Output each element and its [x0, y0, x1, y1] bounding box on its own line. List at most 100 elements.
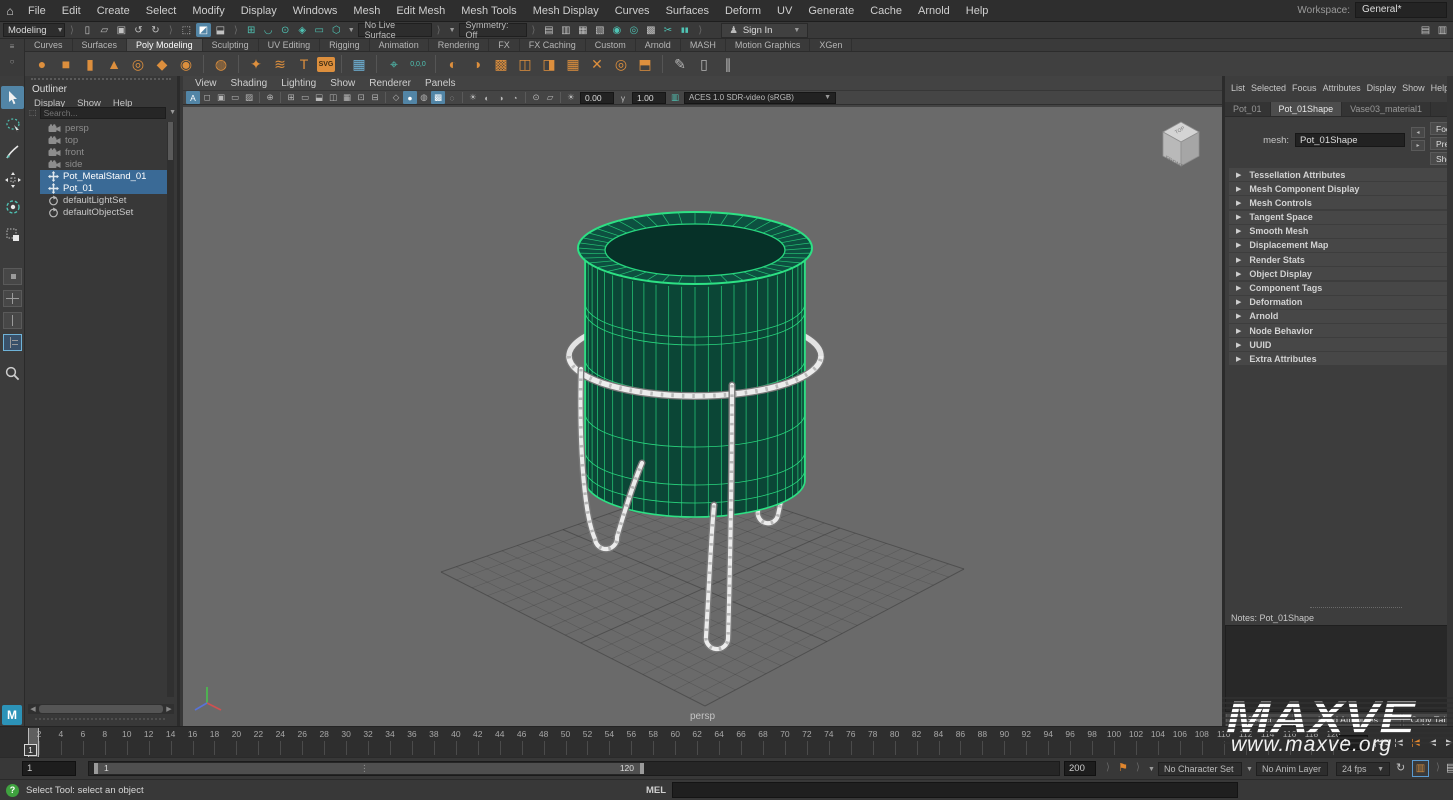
menu-curves[interactable]: Curves	[607, 0, 658, 22]
viewport-menu-renderer[interactable]: Renderer	[363, 78, 417, 89]
menu-mesh-display[interactable]: Mesh Display	[525, 0, 607, 22]
shelf-tab-custom[interactable]: Custom	[586, 39, 636, 51]
outliner-item-pot-metalstand-01[interactable]: Pot_MetalStand_01	[40, 170, 172, 182]
shelf-tab-fx[interactable]: FX	[489, 39, 520, 51]
shelf-tab-rendering[interactable]: Rendering	[429, 39, 490, 51]
toolbar-separator[interactable]: ⟩	[532, 25, 536, 36]
wireframe-icon[interactable]: ◇	[389, 91, 403, 104]
outliner-search-input[interactable]	[40, 107, 167, 119]
mel-command-input[interactable]	[672, 782, 1238, 798]
camera-attributes-icon[interactable]: ▣	[214, 91, 228, 104]
move-tool[interactable]	[1, 168, 24, 191]
menu-deform[interactable]: Deform	[717, 0, 769, 22]
smooth-icon[interactable]: ▩	[490, 53, 512, 75]
motion-blur-icon[interactable]: ◔	[508, 91, 522, 104]
poly-cone-icon[interactable]: ▲	[103, 53, 125, 75]
shelf-strip-icon[interactable]: ○	[0, 54, 24, 69]
outliner-horizontal-scrollbar[interactable]: ◀▶	[28, 704, 174, 714]
notes-divider[interactable]	[1310, 607, 1402, 608]
textured-icon[interactable]: ▩	[431, 91, 445, 104]
ae-section-deformation[interactable]: ▶Deformation	[1229, 296, 1450, 309]
exposure-field[interactable]: 0.00	[580, 92, 614, 104]
insert-edge-loop-icon[interactable]: ✎	[669, 53, 691, 75]
render-view-icon[interactable]: ▤	[541, 23, 556, 37]
menu-edit[interactable]: Edit	[54, 0, 89, 22]
ae-tab-vase03-material1[interactable]: Vase03_material1	[1342, 102, 1431, 116]
menu-uv[interactable]: UV	[769, 0, 800, 22]
ae-section-object-display[interactable]: ▶Object Display	[1229, 267, 1450, 280]
menu-help[interactable]: Help	[958, 0, 997, 22]
snap-to-point-icon[interactable]: ⊙	[278, 23, 293, 37]
shadows-icon[interactable]: ◐	[480, 91, 494, 104]
menu-mesh-tools[interactable]: Mesh Tools	[453, 0, 524, 22]
menu-windows[interactable]: Windows	[285, 0, 346, 22]
ae-section-arnold[interactable]: ▶Arnold	[1229, 310, 1450, 323]
ae-menu-attributes[interactable]: Attributes	[1323, 83, 1361, 93]
ae-menu-display[interactable]: Display	[1367, 83, 1397, 93]
snap-to-curve-icon[interactable]: ◡	[261, 23, 276, 37]
sphere-primitive-icon[interactable]: ◍	[210, 53, 232, 75]
mesh-name-field[interactable]	[1295, 133, 1405, 147]
shelf-tab-poly-modeling[interactable]: Poly Modeling	[127, 39, 203, 51]
ae-tab-pot-01shape[interactable]: Pot_01Shape	[1271, 102, 1343, 116]
ae-menu-show[interactable]: Show	[1402, 83, 1425, 93]
ipr-render-icon[interactable]: ▦	[575, 23, 590, 37]
select-hierarchy-icon[interactable]: ⬚	[179, 23, 194, 37]
ambient-occlusion-icon[interactable]: ◑	[494, 91, 508, 104]
make-live-icon[interactable]: ⬡	[329, 23, 344, 37]
menu-generate[interactable]: Generate	[800, 0, 862, 22]
ae-section-mesh-controls[interactable]: ▶Mesh Controls	[1229, 196, 1450, 209]
content-browser-icon[interactable]: ▤	[1418, 23, 1433, 37]
pause-icon[interactable]: ▮▮	[677, 23, 692, 37]
hypershade-icon[interactable]: ◉	[609, 23, 624, 37]
safe-action-icon[interactable]: ⊡	[354, 91, 368, 104]
maya-home-icon[interactable]: ⌂	[0, 4, 20, 18]
svg-tool-icon[interactable]: SVG	[317, 57, 335, 72]
extract-icon[interactable]: ◫	[514, 53, 536, 75]
paint-select-tool[interactable]	[1, 140, 24, 163]
sign-in-button[interactable]: ♟ Sign In ▼	[721, 23, 808, 38]
toolbar-separator[interactable]: ⟩	[437, 25, 441, 36]
snap-to-projected-center-icon[interactable]: ◈	[295, 23, 310, 37]
lasso-tool[interactable]	[1, 113, 24, 136]
shelf-tab-rigging[interactable]: Rigging	[320, 39, 370, 51]
wireframe-on-shaded-icon[interactable]: ◍	[417, 91, 431, 104]
search-dropdown-icon[interactable]: ▼	[169, 109, 176, 116]
sweep-mesh-icon[interactable]: ≋	[269, 53, 291, 75]
construction-plane-icon[interactable]: ⌖	[383, 53, 405, 75]
film-gate-icon[interactable]: ▭	[298, 91, 312, 104]
menu-surfaces[interactable]: Surfaces	[658, 0, 717, 22]
poly-disc-icon[interactable]: ◉	[175, 53, 197, 75]
menu-cache[interactable]: Cache	[862, 0, 910, 22]
workspace-selector[interactable]: General*	[1355, 2, 1447, 18]
gate-mask-icon[interactable]: ◫	[326, 91, 340, 104]
shelf-tab-curves[interactable]: Curves	[25, 39, 73, 51]
smooth-shade-icon[interactable]: ●	[403, 91, 417, 104]
ae-section-tangent-space[interactable]: ▶Tangent Space	[1229, 211, 1450, 224]
animation-preferences-button[interactable]: ▥	[1412, 760, 1429, 777]
type-tool-icon[interactable]: T	[293, 53, 315, 75]
mel-label[interactable]: MEL	[646, 785, 666, 796]
outliner-item-defaultobjectset[interactable]: defaultObjectSet	[25, 206, 172, 218]
shelf-tab-mash[interactable]: MASH	[681, 39, 726, 51]
redo-icon[interactable]: ↻	[148, 23, 163, 37]
shelf-strip-icon[interactable]: ≡	[0, 39, 24, 54]
shelf-menu-strip[interactable]: ≡○	[0, 39, 25, 76]
animation-start-field[interactable]: 1	[22, 761, 76, 776]
toolbar-separator[interactable]: ⟩	[698, 25, 702, 36]
lock-camera-icon[interactable]: ◻	[200, 91, 214, 104]
grid-toggle-icon[interactable]: ⊞	[284, 91, 298, 104]
bookmark-view-icon[interactable]: ▭	[228, 91, 242, 104]
cut-keys-icon[interactable]: ✂	[660, 23, 675, 37]
clipped-edge-icon[interactable]: ▤	[1446, 761, 1453, 774]
select-tool[interactable]	[1, 86, 24, 109]
focus-prev-button[interactable]: ◂	[1411, 127, 1425, 138]
target-weld-icon[interactable]: ◎	[610, 53, 632, 75]
shelf-tab-xgen[interactable]: XGen	[810, 39, 852, 51]
anim-layer-dropdown-icon[interactable]: ▼	[1246, 766, 1253, 773]
origin-snap-icon[interactable]: 0,0,0	[407, 53, 429, 75]
snap-to-grid-icon[interactable]: ⊞	[244, 23, 259, 37]
view-cube[interactable]: TOP FRONT RIGHT	[1152, 113, 1210, 173]
bevel-icon[interactable]: ⬒	[634, 53, 656, 75]
ae-tab-pot-01[interactable]: Pot_01	[1225, 102, 1271, 116]
